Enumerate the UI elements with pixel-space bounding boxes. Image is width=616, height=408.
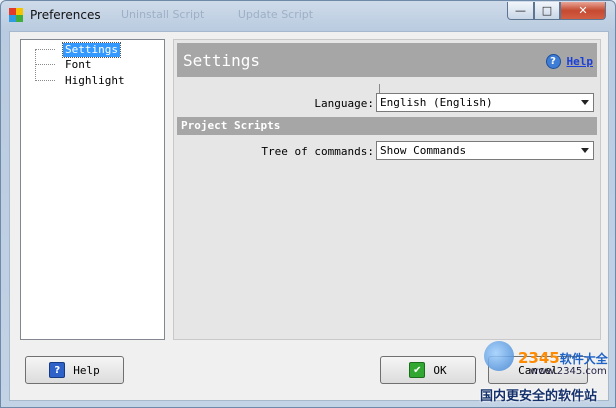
settings-panel: Settings ? Help Language: English (Engli… [173,39,601,340]
maximize-button[interactable]: □ [534,2,560,20]
tree-item-settings[interactable]: Settings [35,42,121,58]
watermark-url: www.2345.com [530,366,607,377]
settings-tree[interactable]: Settings Font Highlight [20,39,165,340]
language-select[interactable]: English (English) [376,93,594,112]
tree-branch-line [35,64,55,66]
help-button[interactable]: ? Help [25,356,124,384]
tree-item-font[interactable]: Font [35,58,94,72]
tree-branch-line [35,80,55,82]
ok-button-label: OK [433,363,447,377]
settings-header: Settings ? Help [177,43,597,77]
tree-branch-line [35,49,55,51]
mascot-logo-icon [484,341,514,371]
minimize-button[interactable]: — [507,2,534,20]
chevron-down-icon [581,148,589,153]
title-bar[interactable]: Preferences Uninstall Script Update Scri… [1,1,615,31]
background-tabs: Uninstall Script Update Script [121,8,343,21]
tree-of-commands-label: Tree of commands: [261,145,374,158]
tree-item-highlight[interactable]: Highlight [35,74,127,88]
tree-item-label: Highlight [65,74,125,87]
help-link-text: Help [566,55,594,68]
help-link[interactable]: ? Help [545,54,594,69]
help-button-label: Help [73,363,100,377]
tree-item-label: Settings [62,42,121,58]
window-title: Preferences [30,8,101,22]
help-icon: ? [545,54,561,69]
section-header-project-scripts: Project Scripts [177,117,597,135]
help-icon: ? [49,362,66,378]
watermark-brand: 2345软件大全 [518,349,608,367]
tree-item-label: Font [65,58,92,71]
close-icon: ✕ [578,4,588,17]
chevron-down-icon [581,100,589,105]
watermark: 2345软件大全 www.2345.com 国内更安全的软件站 [470,337,616,408]
maximize-icon: □ [541,4,553,17]
minimize-icon: — [515,4,526,17]
tree-of-commands-select-value: Show Commands [380,144,467,157]
watermark-slogan: 国内更安全的软件站 [480,389,598,404]
language-select-value: English (English) [380,96,493,109]
watermark-brand-text: 软件大全 [559,352,608,366]
page-title: Settings [183,51,261,70]
tree-of-commands-select[interactable]: Show Commands [376,141,594,160]
background-tab-uninstall: Uninstall Script [121,8,205,21]
checkmark-icon: ✔ [409,362,426,378]
background-tab-update: Update Script [237,8,314,21]
app-icon [9,8,23,22]
watermark-brand-number: 2345 [518,349,560,367]
language-label: Language: [314,97,374,110]
close-button[interactable]: ✕ [560,2,606,20]
ok-button[interactable]: ✔ OK [380,356,476,384]
